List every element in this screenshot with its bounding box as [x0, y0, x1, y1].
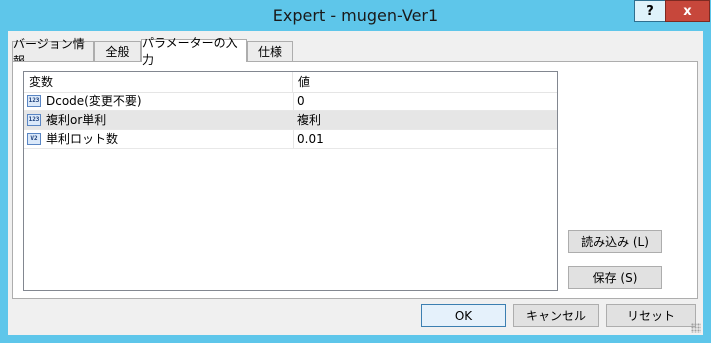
- tab-general[interactable]: 全般: [94, 41, 141, 61]
- resize-grip-icon[interactable]: [691, 323, 701, 333]
- row-value[interactable]: 0.01: [293, 130, 324, 148]
- table-header: 変数 値: [24, 72, 557, 93]
- ok-button[interactable]: OK: [421, 304, 506, 327]
- double-icon: V2: [27, 133, 41, 145]
- load-button[interactable]: 読み込み (L): [568, 230, 662, 253]
- integer-icon: 123: [27, 114, 41, 126]
- row-variable-name: 複利or単利: [46, 113, 107, 127]
- row-variable-name: Dcode(変更不要): [46, 94, 142, 108]
- table-row[interactable]: 123 複利or単利 複利: [24, 111, 557, 130]
- row-variable-name: 単利ロット数: [46, 132, 119, 146]
- title-bar[interactable]: Expert - mugen-Ver1 ? x: [0, 0, 711, 31]
- tab-version-info[interactable]: バージョン情報: [12, 37, 94, 68]
- tab-spec[interactable]: 仕様: [247, 41, 293, 61]
- row-value[interactable]: 0: [293, 92, 305, 110]
- help-button[interactable]: ?: [634, 0, 665, 22]
- table-row[interactable]: 123 Dcode(変更不要) 0: [24, 92, 557, 111]
- close-button[interactable]: x: [665, 0, 710, 22]
- reset-button[interactable]: リセット: [606, 304, 696, 327]
- window-title: Expert - mugen-Ver1: [272, 6, 439, 25]
- dialog-client: バージョン情報 全般 パラメーターの入力 仕様 変数 値 123 Dcode(変…: [8, 31, 703, 335]
- save-button[interactable]: 保存 (S): [568, 266, 662, 289]
- column-header-value[interactable]: 値: [293, 72, 557, 92]
- parameters-panel: 変数 値 123 Dcode(変更不要) 0 123 複利or単利 複利 V2 …: [12, 61, 698, 299]
- table-row[interactable]: V2 単利ロット数 0.01: [24, 130, 557, 149]
- parameters-table[interactable]: 変数 値 123 Dcode(変更不要) 0 123 複利or単利 複利 V2 …: [23, 71, 558, 291]
- row-value[interactable]: 複利: [293, 111, 321, 129]
- column-header-variable[interactable]: 変数: [24, 72, 292, 92]
- cancel-button[interactable]: キャンセル: [513, 304, 599, 327]
- integer-icon: 123: [27, 95, 41, 107]
- tab-parameters[interactable]: パラメーターの入力: [141, 36, 247, 67]
- dialog-window: Expert - mugen-Ver1 ? x バージョン情報 全般 パラメータ…: [0, 0, 711, 343]
